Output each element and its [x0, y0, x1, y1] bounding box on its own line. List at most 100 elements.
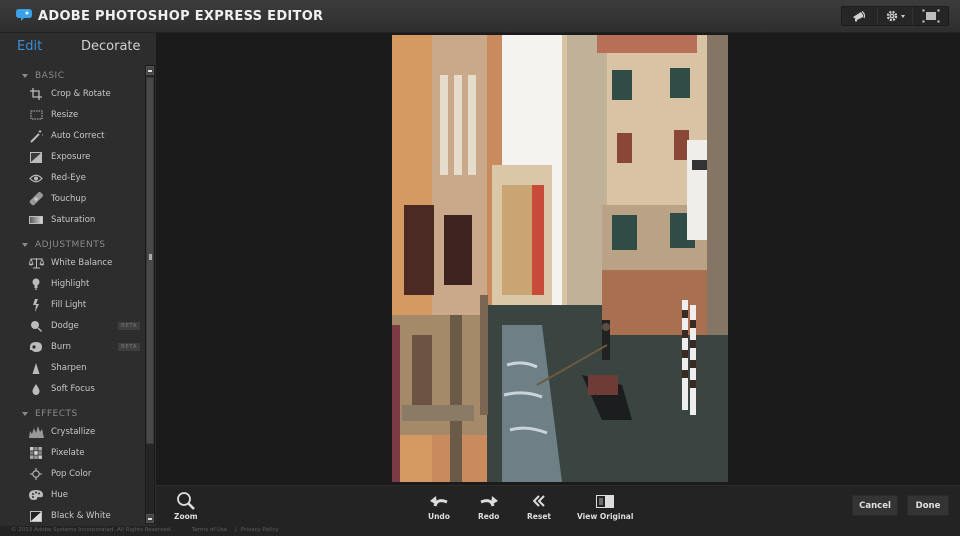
chevron-down-icon	[900, 14, 905, 18]
speech-bubble-logo-icon	[16, 9, 32, 21]
edited-photo	[392, 35, 728, 482]
tab-decorate[interactable]: Decorate	[81, 39, 141, 54]
eye-icon	[28, 171, 44, 185]
target-icon	[28, 467, 44, 481]
section-effects[interactable]: EFFECTS	[22, 409, 78, 419]
beta-badge: BETA	[118, 343, 140, 351]
sidebar-item-label: Dodge	[51, 321, 79, 331]
collapse-triangle-icon	[22, 243, 28, 247]
section-adjustments[interactable]: ADJUSTMENTS	[22, 240, 105, 250]
sidebar: Edit Decorate BASIC Crop & Rotate Resize…	[0, 33, 156, 526]
tab-edit[interactable]: Edit	[17, 39, 42, 54]
sidebar-item-sharpen[interactable]: Sharpen	[28, 359, 140, 377]
pixelate-icon	[28, 446, 44, 460]
sidebar-item-red-eye[interactable]: Red-Eye	[28, 169, 140, 187]
view-original-label: View Original	[577, 512, 634, 521]
section-basic[interactable]: BASIC	[22, 71, 64, 81]
sidebar-item-label: Resize	[51, 110, 79, 120]
section-title: BASIC	[35, 71, 65, 81]
top-toolbar	[841, 6, 949, 26]
sidebar-item-exposure[interactable]: Exposure	[28, 148, 140, 166]
sidebar-item-dodge[interactable]: Dodge BETA	[28, 317, 140, 335]
bandage-icon	[28, 192, 44, 206]
footer: © 2013 Adobe Systems Incorporated. All R…	[0, 526, 960, 536]
fullscreen-icon	[922, 9, 940, 23]
sidebar-item-touchup[interactable]: Touchup	[28, 190, 140, 208]
sidebar-item-label: Sharpen	[51, 363, 87, 373]
sidebar-item-black-white[interactable]: Black & White	[28, 507, 140, 525]
megaphone-icon	[853, 10, 866, 21]
droplet-icon	[28, 382, 44, 396]
sidebar-item-label: Fill Light	[51, 300, 87, 310]
sidebar-item-label: Black & White	[51, 511, 111, 521]
sidebar-item-crystallize[interactable]: Crystallize	[28, 423, 140, 441]
view-original-button[interactable]: View Original	[577, 492, 633, 521]
sidebar-item-label: Highlight	[51, 279, 90, 289]
magnifier-icon	[176, 492, 196, 510]
reset-button[interactable]: Reset	[527, 492, 551, 521]
scroll-down-button[interactable]	[146, 514, 154, 523]
sidebar-item-crop-rotate[interactable]: Crop & Rotate	[28, 85, 140, 103]
fullscreen-button[interactable]	[913, 7, 948, 25]
sidebar-item-white-balance[interactable]: White Balance	[28, 254, 140, 272]
compare-icon	[596, 492, 615, 510]
sidebar-item-hue[interactable]: Hue	[28, 486, 140, 504]
undo-button[interactable]: Undo	[428, 492, 450, 521]
sidebar-item-auto-correct[interactable]: Auto Correct	[28, 127, 140, 145]
sidebar-item-soft-focus[interactable]: Soft Focus	[28, 380, 140, 398]
black-white-icon	[28, 509, 44, 523]
magic-wand-icon	[28, 129, 44, 143]
sidebar-item-label: Pop Color	[51, 469, 92, 479]
sidebar-item-label: Crystallize	[51, 427, 96, 437]
sidebar-item-pixelate[interactable]: Pixelate	[28, 444, 140, 462]
sidebar-item-resize[interactable]: Resize	[28, 106, 140, 124]
sidebar-scrollbar[interactable]	[145, 65, 155, 524]
sidebar-item-label: Exposure	[51, 152, 91, 162]
photoshop-express-editor: ADOBE PHOTOSHOP EXPRESS EDITOR Edit Deco…	[0, 0, 960, 536]
scroll-up-button[interactable]	[146, 66, 154, 75]
gear-icon	[886, 10, 897, 22]
sidebar-item-label: Saturation	[51, 215, 96, 225]
lightbulb-icon	[28, 277, 44, 291]
undo-label: Undo	[428, 512, 450, 521]
collapse-triangle-icon	[22, 74, 28, 78]
redo-button[interactable]: Redo	[478, 492, 499, 521]
sidebar-item-fill-light[interactable]: Fill Light	[28, 296, 140, 314]
zoom-button[interactable]: Zoom	[174, 492, 198, 521]
cancel-button[interactable]: Cancel	[852, 495, 898, 516]
flash-icon	[28, 298, 44, 312]
scales-icon	[28, 256, 44, 270]
sidebar-item-saturation[interactable]: Saturation	[28, 211, 140, 229]
crop-icon	[28, 87, 44, 101]
announcements-button[interactable]	[842, 7, 878, 25]
copyright-text: © 2013 Adobe Systems Incorporated. All R…	[11, 527, 173, 533]
undo-icon	[429, 492, 449, 510]
sidebar-item-label: White Balance	[51, 258, 113, 268]
image-canvas[interactable]	[156, 33, 960, 485]
palette-icon	[28, 488, 44, 502]
sidebar-item-label: Auto Correct	[51, 131, 105, 141]
sidebar-item-burn[interactable]: Burn BETA	[28, 338, 140, 356]
mode-tabs: Edit Decorate	[0, 33, 156, 61]
resize-icon	[28, 108, 44, 122]
sidebar-item-label: Touchup	[51, 194, 87, 204]
sidebar-item-highlight[interactable]: Highlight	[28, 275, 140, 293]
double-chevron-left-icon	[533, 492, 545, 510]
saturation-icon	[28, 213, 44, 227]
footer-separator: |	[235, 527, 237, 533]
crystallize-icon	[28, 425, 44, 439]
venice-canal-photo	[392, 35, 728, 482]
sidebar-item-label: Pixelate	[51, 448, 85, 458]
terms-of-use-link[interactable]: Terms of Use	[192, 527, 227, 533]
scrollbar-thumb[interactable]	[146, 77, 154, 444]
reset-label: Reset	[527, 512, 551, 521]
settings-button[interactable]	[878, 7, 914, 25]
sidebar-item-pop-color[interactable]: Pop Color	[28, 465, 140, 483]
done-button[interactable]: Done	[907, 495, 949, 516]
beta-badge: BETA	[118, 322, 140, 330]
privacy-policy-link[interactable]: Privacy Policy	[241, 527, 278, 533]
bottom-toolbar: Zoom Undo Redo Reset View Original Cance…	[156, 485, 960, 526]
sidebar-item-label: Hue	[51, 490, 69, 500]
section-title: ADJUSTMENTS	[35, 240, 106, 250]
sidebar-item-label: Crop & Rotate	[51, 89, 111, 99]
